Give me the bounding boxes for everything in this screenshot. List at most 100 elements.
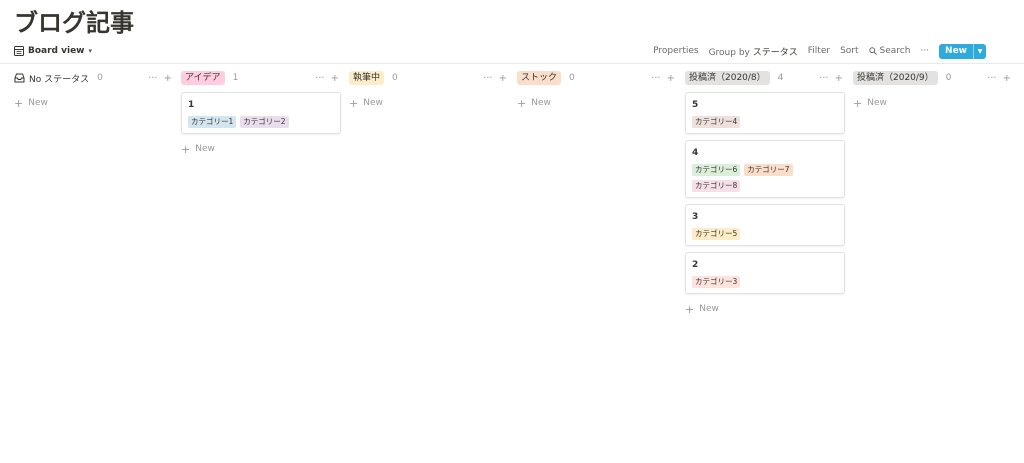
column-add-icon[interactable]: + bbox=[667, 73, 675, 84]
board-card[interactable]: 1 カテゴリー1 カテゴリー2 bbox=[181, 92, 341, 134]
search-label: Search bbox=[879, 46, 911, 56]
column-header: 投稿済（2020/8） 4 ··· + bbox=[685, 70, 845, 86]
column-add-icon[interactable]: + bbox=[835, 73, 843, 84]
column-more-icon[interactable]: ··· bbox=[148, 73, 158, 84]
column-title[interactable]: 投稿済（2020/8） bbox=[685, 71, 770, 85]
plus-icon: + bbox=[349, 96, 359, 110]
new-button-label: New bbox=[945, 46, 967, 56]
plus-icon: + bbox=[517, 96, 527, 110]
column-header: No ステータス 0 ··· + bbox=[14, 70, 174, 86]
add-new-card-button[interactable]: + New bbox=[181, 142, 341, 156]
board-view-selector[interactable]: Board view ▾ bbox=[14, 46, 92, 56]
card-title: 5 bbox=[692, 100, 699, 110]
add-new-card-button[interactable]: + New bbox=[349, 96, 509, 110]
board-card[interactable]: 2 カテゴリー3 bbox=[685, 252, 845, 294]
add-new-label: New bbox=[867, 98, 887, 108]
category-tag: カテゴリー7 bbox=[744, 164, 793, 176]
card-tags: カテゴリー5 bbox=[692, 228, 838, 240]
category-tag: カテゴリー1 bbox=[188, 116, 237, 128]
column-title[interactable]: ストック bbox=[517, 71, 562, 85]
column-header: 投稿済（2020/9） 0 ··· + bbox=[853, 70, 1013, 86]
column-title[interactable]: 執筆中 bbox=[349, 71, 385, 85]
toolbar: Properties Group by ステータス Filter Sort Se… bbox=[653, 43, 986, 59]
inbox-icon bbox=[14, 73, 25, 83]
new-dropdown-arrow-icon[interactable]: ▼ bbox=[973, 43, 986, 59]
board-column: 投稿済（2020/9） 0 ··· + + New bbox=[853, 70, 1013, 110]
board-column: アイデア 1 ··· +1 カテゴリー1 カテゴリー2 + New bbox=[181, 70, 341, 156]
view-bar: Board view ▾ Properties Group by ステータス F… bbox=[14, 42, 986, 60]
column-count: 0 bbox=[392, 73, 398, 83]
add-new-label: New bbox=[699, 304, 719, 314]
group-by-button[interactable]: Group by ステータス bbox=[709, 45, 798, 58]
column-more-icon[interactable]: ··· bbox=[819, 73, 829, 84]
column-header: 執筆中 0 ··· + bbox=[349, 70, 509, 86]
column-more-icon[interactable]: ··· bbox=[987, 73, 997, 84]
column-actions: ··· + bbox=[483, 73, 509, 84]
board-card[interactable]: 3 カテゴリー5 bbox=[685, 204, 845, 246]
board-column: 執筆中 0 ··· + + New bbox=[349, 70, 509, 110]
category-tag: カテゴリー2 bbox=[240, 116, 289, 128]
card-title: 2 bbox=[692, 260, 699, 270]
add-new-card-button[interactable]: + New bbox=[14, 96, 174, 110]
add-new-card-button[interactable]: + New bbox=[853, 96, 1013, 110]
board-view-icon bbox=[14, 46, 24, 56]
column-count: 4 bbox=[777, 73, 784, 83]
search-button[interactable]: Search bbox=[868, 46, 911, 56]
column-count: 1 bbox=[232, 73, 239, 83]
plus-icon: + bbox=[14, 96, 24, 110]
card-tags: カテゴリー4 bbox=[692, 116, 838, 128]
board-column: No ステータス 0 ··· + + New bbox=[14, 70, 174, 110]
card-title: 3 bbox=[692, 212, 699, 222]
column-count: 0 bbox=[569, 73, 575, 83]
category-tag: カテゴリー3 bbox=[692, 276, 741, 288]
column-title-label: No ステータス bbox=[29, 74, 90, 85]
board-card[interactable]: 5 カテゴリー4 bbox=[685, 92, 845, 134]
column-title[interactable]: No ステータス bbox=[14, 72, 89, 85]
card-tags: カテゴリー6 カテゴリー7 カテゴリー8 bbox=[692, 164, 838, 192]
board-column: 投稿済（2020/8） 4 ··· +5 カテゴリー4 4 カテゴリー6 カテゴリー7 カテゴリ… bbox=[685, 70, 845, 316]
more-options-icon[interactable]: ··· bbox=[920, 46, 929, 56]
board-view-label: Board view bbox=[28, 46, 85, 56]
column-header: ストック 0 ··· + bbox=[517, 70, 677, 86]
category-tag: カテゴリー8 bbox=[692, 180, 741, 192]
sort-button[interactable]: Sort bbox=[840, 46, 858, 56]
plus-icon: + bbox=[685, 302, 695, 316]
board: No ステータス 0 ··· + + New アイデア 1 ··· +1 カテゴリー1 カテゴリー2 +… bbox=[14, 70, 1024, 460]
card-tags: カテゴリー1 カテゴリー2 bbox=[188, 116, 334, 128]
add-new-label: New bbox=[531, 98, 551, 108]
group-by-value: ステータス bbox=[752, 47, 798, 58]
column-actions: ··· + bbox=[651, 73, 677, 84]
chevron-down-icon: ▾ bbox=[88, 47, 93, 55]
column-title[interactable]: アイデア bbox=[181, 71, 225, 85]
category-tag: カテゴリー6 bbox=[692, 164, 741, 176]
category-tag: カテゴリー5 bbox=[692, 228, 741, 240]
column-more-icon[interactable]: ··· bbox=[651, 73, 661, 84]
category-tag: カテゴリー4 bbox=[692, 116, 741, 128]
column-add-icon[interactable]: + bbox=[331, 73, 339, 84]
divider bbox=[0, 63, 1024, 64]
card-title: 4 bbox=[692, 148, 699, 158]
properties-button[interactable]: Properties bbox=[653, 46, 698, 56]
column-actions: ··· + bbox=[987, 73, 1013, 84]
column-more-icon[interactable]: ··· bbox=[483, 73, 493, 84]
column-actions: ··· + bbox=[148, 73, 174, 84]
add-new-label: New bbox=[28, 98, 48, 108]
column-add-icon[interactable]: + bbox=[164, 73, 172, 84]
board-card[interactable]: 4 カテゴリー6 カテゴリー7 カテゴリー8 bbox=[685, 140, 845, 198]
board-column: ストック 0 ··· + + New bbox=[517, 70, 677, 110]
column-add-icon[interactable]: + bbox=[499, 73, 507, 84]
column-title[interactable]: 投稿済（2020/9） bbox=[853, 71, 938, 85]
group-by-label: Group by bbox=[708, 47, 750, 58]
add-new-label: New bbox=[363, 98, 383, 108]
column-count: 0 bbox=[97, 73, 103, 83]
column-add-icon[interactable]: + bbox=[1003, 73, 1011, 84]
page-title: ブログ記事 bbox=[14, 9, 134, 37]
new-button[interactable]: New ▼ bbox=[939, 43, 986, 59]
add-new-card-button[interactable]: + New bbox=[517, 96, 677, 110]
column-count: 0 bbox=[945, 73, 952, 83]
search-icon bbox=[868, 47, 877, 55]
add-new-card-button[interactable]: + New bbox=[685, 302, 845, 316]
column-more-icon[interactable]: ··· bbox=[315, 73, 325, 84]
card-title: 1 bbox=[188, 100, 195, 110]
filter-button[interactable]: Filter bbox=[808, 46, 830, 56]
